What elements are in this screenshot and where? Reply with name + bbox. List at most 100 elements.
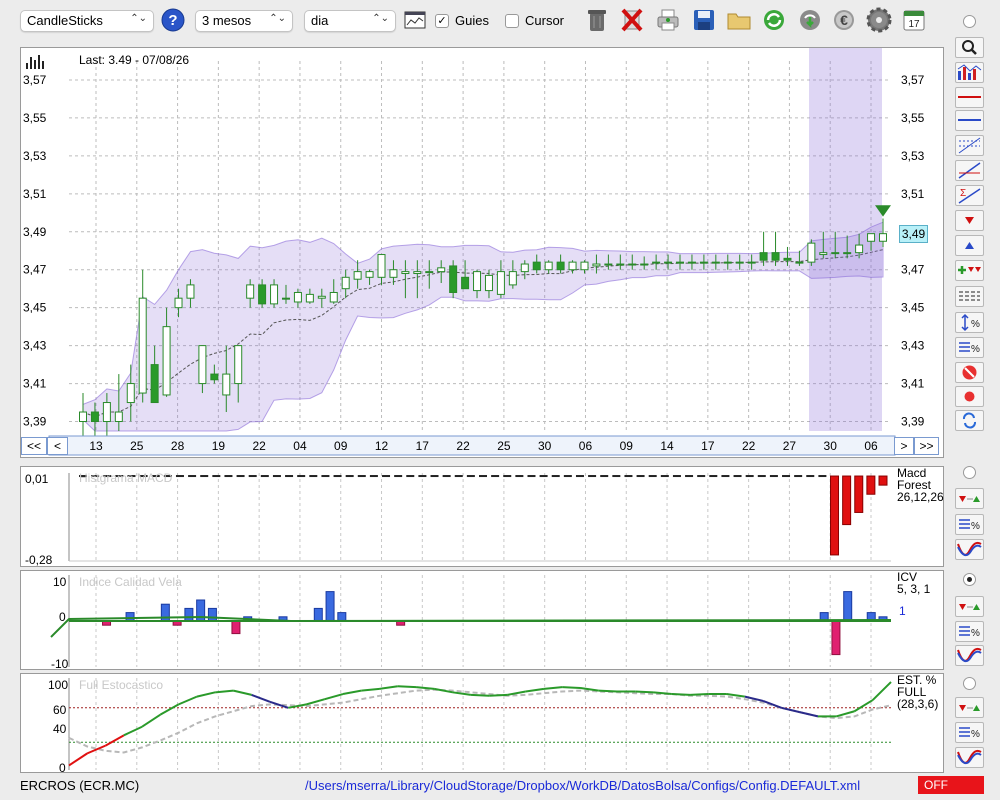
sum-line-button[interactable]: Σ: [955, 185, 984, 206]
histogram-bar: [818, 475, 827, 478]
main-panel-radio[interactable]: [963, 15, 976, 28]
histogram-bar: [600, 475, 609, 478]
help-icon[interactable]: ?: [160, 6, 186, 34]
candle-body: [150, 364, 159, 404]
y-tick-label-right: 3,45: [901, 301, 925, 315]
histogram-bar: [539, 475, 548, 478]
stoch-panel-radio[interactable]: [963, 677, 976, 690]
main-chart-panel: 3,57 3,57 3,55 3,55 3,53 3,53 3,51 3,51 3,49 3,49…: [20, 47, 944, 458]
folder-icon[interactable]: [726, 6, 752, 34]
save-icon[interactable]: [691, 6, 717, 34]
stoch-signals-button[interactable]: [955, 697, 984, 718]
x-tick-label: 27: [783, 439, 797, 453]
histogram-bar: [794, 475, 803, 478]
chart-settings-icon[interactable]: [402, 6, 428, 34]
arrow-down-button[interactable]: [955, 210, 984, 231]
cursor-label: Cursor: [525, 13, 565, 28]
print-icon[interactable]: [655, 6, 681, 34]
macd-panel-radio[interactable]: [963, 466, 976, 479]
fast-stochastic-segment: [141, 713, 161, 728]
interval-select[interactable]: dia ⌃⌄: [304, 10, 396, 32]
period-select[interactable]: 3 mesos ⌃⌄: [195, 10, 293, 32]
blue-line-button[interactable]: [955, 110, 984, 131]
nav-prev-button[interactable]: <: [47, 437, 68, 455]
select-chevron-icon: ⌃⌄: [130, 13, 147, 24]
candle-body: [783, 257, 792, 261]
histogram-bar: [769, 475, 778, 478]
histogram-bar: [236, 475, 245, 478]
fast-stochastic-segment: [159, 703, 180, 716]
fast-stochastic-segment: [671, 693, 691, 696]
horizontal-line-red-icon: [958, 96, 981, 98]
fast-stochastic-segment: [123, 725, 143, 737]
arrow-up-button[interactable]: [955, 235, 984, 256]
histogram-bar: [382, 475, 391, 478]
nav-next-button[interactable]: >: [894, 437, 914, 455]
config-path-link[interactable]: /Users/mserra/Library/CloudStorage/Dropb…: [305, 778, 860, 793]
histogram-bar: [575, 475, 584, 478]
stoch-curve-button[interactable]: [955, 747, 984, 768]
swap-button[interactable]: [955, 410, 984, 431]
red-line-button[interactable]: [955, 87, 984, 108]
candle-body: [222, 373, 231, 396]
interval-value: dia: [311, 13, 329, 28]
candle-body: [126, 383, 135, 404]
candle-body: [449, 265, 458, 293]
stoch-lines-button[interactable]: %: [955, 722, 984, 743]
gear-icon[interactable]: [866, 6, 892, 34]
histogram-bar: [551, 475, 560, 478]
candle-body: [735, 261, 744, 264]
icv-lines-button[interactable]: %: [955, 621, 984, 642]
euro-icon[interactable]: €: [831, 6, 857, 34]
candle-body: [580, 261, 589, 271]
no-entry-button[interactable]: [955, 362, 984, 383]
trash-icon[interactable]: [584, 6, 610, 34]
record-button[interactable]: [955, 386, 984, 407]
macd-curve-button[interactable]: [955, 539, 984, 560]
candle-body: [293, 291, 302, 303]
x-tick-label: 30: [538, 439, 552, 453]
svg-text:Σ: Σ: [960, 188, 966, 199]
candle-body: [807, 242, 816, 263]
icv-panel-radio[interactable]: [963, 573, 976, 586]
candle-body: [473, 271, 482, 292]
calendar-icon[interactable]: 17: [901, 6, 927, 34]
scale-percent-button[interactable]: %: [955, 312, 984, 333]
y-tick-label-right: 3,39: [901, 415, 925, 429]
lines-percent-icon: %: [959, 727, 980, 740]
delete-icon[interactable]: [619, 6, 645, 34]
histogram-bar: [200, 475, 209, 478]
icv-curve-button[interactable]: [955, 645, 984, 666]
fast-stochastic-segment: [781, 706, 800, 714]
histogram-bar: [878, 475, 888, 486]
icv-signals-button[interactable]: [955, 596, 984, 617]
off-button[interactable]: OFF: [918, 776, 984, 794]
macd-signals-button[interactable]: [955, 488, 984, 509]
download-icon[interactable]: [797, 6, 823, 34]
chart-type-select[interactable]: CandleSticks ⌃⌄: [20, 10, 154, 32]
overlay-chart-button[interactable]: [955, 62, 984, 83]
zoom-button[interactable]: [955, 37, 984, 58]
macd-lines-button[interactable]: %: [955, 514, 984, 535]
horizontal-line-blue-icon: [958, 119, 981, 121]
fast-stochastic-segment: [562, 686, 581, 690]
nav-last-button[interactable]: >>: [914, 437, 939, 455]
x-tick-label: 06: [579, 439, 593, 453]
candle-body: [676, 261, 685, 264]
candle-body: [711, 261, 720, 264]
lines-percent-button[interactable]: %: [955, 337, 984, 358]
y-tick-label-right: 3,53: [901, 149, 925, 163]
guides-checkbox[interactable]: ✓: [435, 14, 449, 28]
cursor-checkbox[interactable]: [505, 14, 519, 28]
nav-first-button[interactable]: <<: [21, 437, 47, 455]
period-value: 3 mesos: [202, 13, 252, 28]
trendline-button[interactable]: [955, 160, 984, 181]
add-signals-button[interactable]: [955, 260, 984, 281]
fibonacci-button[interactable]: [955, 135, 984, 156]
refresh-icon[interactable]: [761, 6, 787, 34]
candlestick-chart[interactable]: 3,57 3,57 3,55 3,55 3,53 3,53 3,51 3,51 3,49 3,49…: [21, 48, 943, 457]
icv-bar: [125, 612, 135, 622]
x-tick-label: 17: [416, 439, 430, 453]
lines-button[interactable]: [955, 286, 984, 307]
histogram-bar: [272, 475, 281, 478]
